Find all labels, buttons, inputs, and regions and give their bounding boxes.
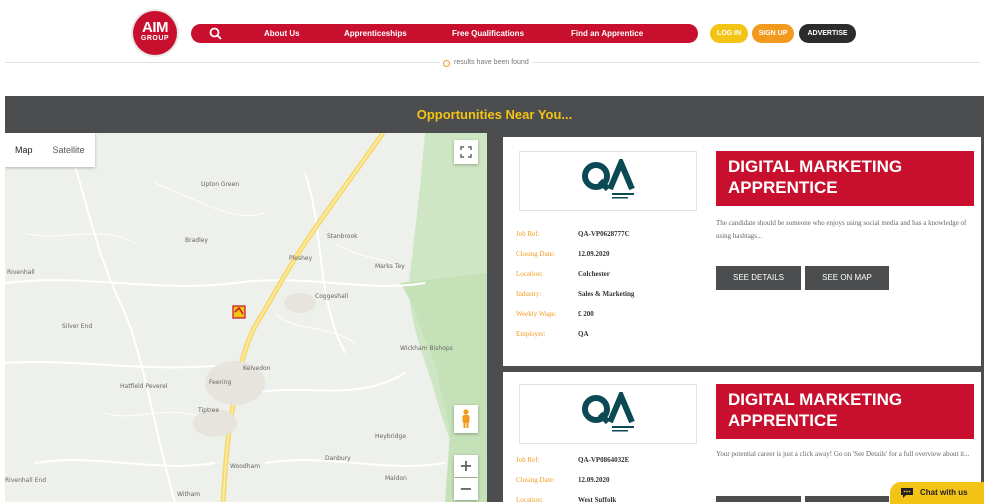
chat-widget[interactable]: Chat with us bbox=[890, 482, 984, 504]
detail-key: Job Ref: bbox=[516, 456, 540, 464]
detail-row: Closing Date: 12.09.2020 bbox=[516, 244, 634, 264]
qa-logo-icon bbox=[582, 392, 635, 432]
detail-value: Sales & Marketing bbox=[578, 290, 635, 298]
detail-row: Location: Colchester bbox=[516, 264, 634, 284]
detail-key: Industry: bbox=[516, 290, 542, 298]
job-title[interactable]: DIGITAL MARKETING APPRENTICE bbox=[716, 151, 974, 206]
nav-free-qualifications[interactable]: Free Qualifications bbox=[452, 24, 524, 43]
map-place-label: Upton Green bbox=[201, 181, 240, 188]
map-view[interactable]: Upton Green Bradley Stanbrook Pleshey Ma… bbox=[5, 133, 487, 502]
job-details: Job Ref: QA-VP0628777C Closing Date: 12.09… bbox=[516, 224, 634, 344]
job-title-line: APPRENTICE bbox=[728, 178, 838, 197]
detail-value: West Suffolk bbox=[578, 496, 617, 502]
employer-logo bbox=[519, 384, 697, 444]
detail-value: QA-VP0628777C bbox=[578, 230, 630, 238]
map-place-label: Heybridge bbox=[375, 433, 407, 440]
job-title-line: APPRENTICE bbox=[728, 411, 838, 430]
nav-apprenticeships[interactable]: Apprenticeships bbox=[344, 24, 407, 43]
map-tab-satellite[interactable]: Satellite bbox=[43, 133, 95, 167]
map-place-label: Tiptree bbox=[198, 407, 220, 414]
map-place-label: Witham bbox=[177, 491, 201, 498]
map-place-label: Maldon bbox=[385, 475, 407, 482]
detail-key: Location: bbox=[516, 496, 543, 502]
aim-group-logo[interactable]: AIM GROUP bbox=[133, 11, 177, 55]
detail-key: Employer: bbox=[516, 330, 546, 338]
see-on-map-button[interactable]: SEE ON MAP bbox=[805, 266, 889, 290]
site-header: AIM GROUP About Us Apprenticeships Free … bbox=[0, 0, 984, 62]
detail-value: 12.09.2020 bbox=[578, 250, 610, 258]
map-place-label: Rivenhall bbox=[7, 269, 35, 276]
signup-button[interactable]: SIGN UP bbox=[752, 24, 794, 43]
map-canvas bbox=[5, 133, 487, 502]
detail-value: £ 200 bbox=[578, 310, 594, 318]
job-details: Job Ref: QA-VP0864032E Closing Date: 12.09… bbox=[516, 450, 629, 502]
map-place-label: Rivenhall End bbox=[5, 477, 47, 484]
map-place-label: Danbury bbox=[325, 455, 351, 462]
detail-row: Closing Date: 12.09.2020 bbox=[516, 470, 629, 490]
nav-about-us[interactable]: About Us bbox=[264, 24, 300, 43]
nav-find-apprentice[interactable]: Find an Apprentice bbox=[571, 24, 643, 43]
section-title: Opportunities Near You... bbox=[416, 107, 573, 122]
map-place-label: Pleshey bbox=[289, 255, 313, 262]
status-dot-icon bbox=[443, 59, 450, 67]
job-title-line: DIGITAL MARKETING bbox=[728, 390, 903, 409]
map-place-label: Hatfield Peverel bbox=[120, 383, 168, 390]
see-details-button[interactable]: SEE DETAILS bbox=[716, 266, 801, 290]
job-card: DIGITAL MARKETING APPRENTICE The candida… bbox=[503, 137, 981, 366]
street-view-pegman-icon[interactable] bbox=[454, 405, 478, 433]
detail-value: Colchester bbox=[578, 270, 610, 278]
results-count-note: results have been found bbox=[440, 58, 532, 68]
detail-row: Industry: Sales & Marketing bbox=[516, 284, 634, 304]
main-nav: About Us Apprenticeships Free Qualificat… bbox=[191, 24, 698, 43]
employer-logo bbox=[519, 151, 697, 211]
detail-row: Location: West Suffolk bbox=[516, 490, 629, 502]
zoom-in-button[interactable]: + bbox=[454, 455, 478, 477]
chat-bubble-icon bbox=[901, 488, 913, 498]
map-place-label: Marks Tey bbox=[375, 263, 405, 270]
search-icon[interactable] bbox=[207, 24, 227, 43]
results-note-text: results have been found bbox=[454, 59, 529, 66]
map-tab-map[interactable]: Map bbox=[5, 133, 43, 167]
map-place-label: Feering bbox=[209, 379, 232, 386]
detail-row: Weekly Wage: £ 200 bbox=[516, 304, 634, 324]
map-place-label: Stanbrook bbox=[327, 233, 358, 240]
see-details-button[interactable] bbox=[716, 496, 801, 502]
detail-key: Location: bbox=[516, 270, 543, 278]
map-place-label: Woodham bbox=[230, 463, 261, 470]
map-place-label: Wickham Bishops bbox=[400, 345, 453, 352]
login-button[interactable]: LOG IN bbox=[710, 24, 748, 43]
chat-label: Chat with us bbox=[920, 488, 968, 497]
logo-subtext: GROUP bbox=[140, 35, 170, 42]
map-place-label: Silver End bbox=[62, 323, 93, 330]
advertise-button[interactable]: ADVERTISE bbox=[799, 24, 856, 43]
detail-value: 12.09.2020 bbox=[578, 476, 610, 484]
job-title-line: DIGITAL MARKETING bbox=[728, 157, 903, 176]
detail-key: Weekly Wage: bbox=[516, 310, 557, 318]
map-place-label: Coggeshall bbox=[315, 293, 349, 300]
detail-key: Closing Date: bbox=[516, 476, 555, 484]
detail-value: QA bbox=[578, 330, 589, 338]
see-on-map-button[interactable] bbox=[805, 496, 889, 502]
detail-row: Employer: QA bbox=[516, 324, 634, 344]
job-title[interactable]: DIGITAL MARKETING APPRENTICE bbox=[716, 384, 974, 439]
zoom-out-button[interactable]: − bbox=[454, 478, 478, 500]
qa-logo-icon bbox=[582, 159, 635, 199]
detail-key: Job Ref: bbox=[516, 230, 540, 238]
detail-row: Job Ref: QA-VP0864032E bbox=[516, 450, 629, 470]
map-type-control: Map Satellite bbox=[5, 133, 95, 167]
map-place-label: Kelvedon bbox=[243, 365, 271, 372]
fullscreen-icon[interactable] bbox=[454, 140, 478, 164]
map-place-label: Bradley bbox=[185, 237, 208, 244]
logo-text: AIM bbox=[142, 19, 169, 36]
detail-key: Closing Date: bbox=[516, 250, 555, 258]
detail-row: Job Ref: QA-VP0628777C bbox=[516, 224, 634, 244]
job-description: Your potential career is just a click aw… bbox=[716, 450, 970, 458]
job-description: The candidate should be someone who enjo… bbox=[716, 219, 967, 240]
detail-value: QA-VP0864032E bbox=[578, 456, 630, 464]
